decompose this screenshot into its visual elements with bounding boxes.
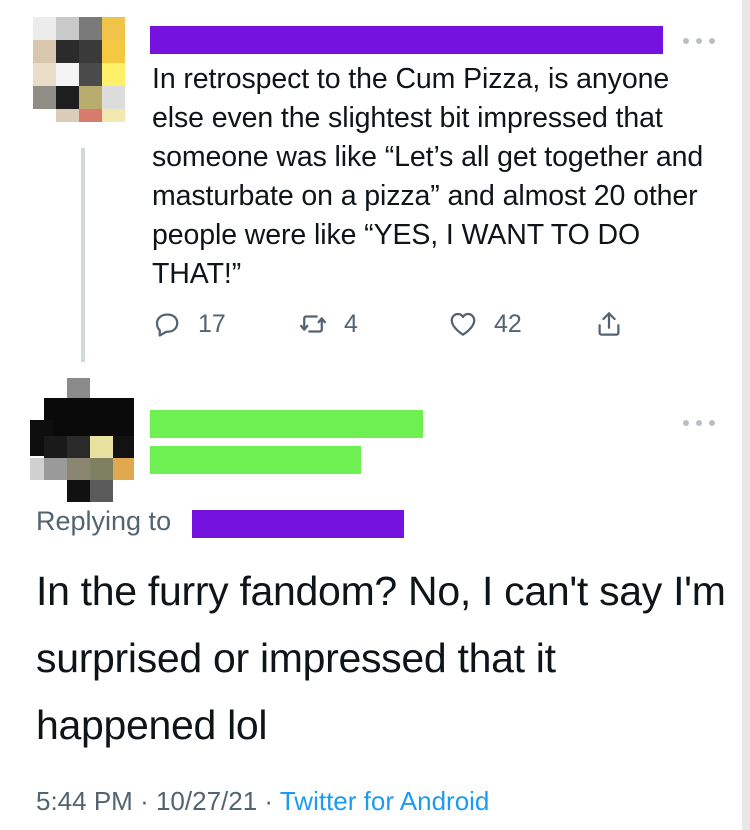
reply-count: 17 <box>198 309 226 338</box>
source-link[interactable]: Twitter for Android <box>280 786 490 816</box>
tweet-text: In retrospect to the Cum Pizza, is anyon… <box>152 63 704 290</box>
redacted-display-name <box>150 410 423 438</box>
like-button[interactable]: 42 <box>448 306 522 342</box>
replying-to-label: Replying to <box>36 506 172 536</box>
retweet-button[interactable]: 4 <box>298 306 358 342</box>
tweet-meta: 5:44 PM · 10/27/21 · Twitter for Android <box>36 786 489 817</box>
redacted-handle <box>150 446 361 474</box>
like-count: 42 <box>494 309 522 338</box>
avatar[interactable] <box>33 17 138 122</box>
meta-separator: · <box>264 786 274 816</box>
meta-separator: · <box>140 786 149 816</box>
redacted-reply-handle[interactable] <box>192 510 404 538</box>
redacted-username <box>150 26 663 54</box>
tweet-date: 10/27/21 <box>155 786 258 816</box>
page-edge <box>742 0 750 830</box>
share-icon <box>598 312 620 336</box>
thread-line <box>81 148 85 362</box>
share-button[interactable] <box>594 306 640 342</box>
avatar[interactable] <box>30 378 134 502</box>
heart-icon <box>450 312 476 336</box>
reply-icon <box>155 313 179 337</box>
tweet-time: 5:44 PM <box>36 786 133 816</box>
retweet-count: 4 <box>344 309 358 338</box>
reply-button[interactable]: 17 <box>152 306 226 342</box>
more-icon[interactable] <box>683 418 715 428</box>
retweet-icon <box>300 315 326 333</box>
reply-text: In the furry fandom? No, I can't say I'm… <box>36 568 726 748</box>
more-icon[interactable] <box>683 36 715 46</box>
